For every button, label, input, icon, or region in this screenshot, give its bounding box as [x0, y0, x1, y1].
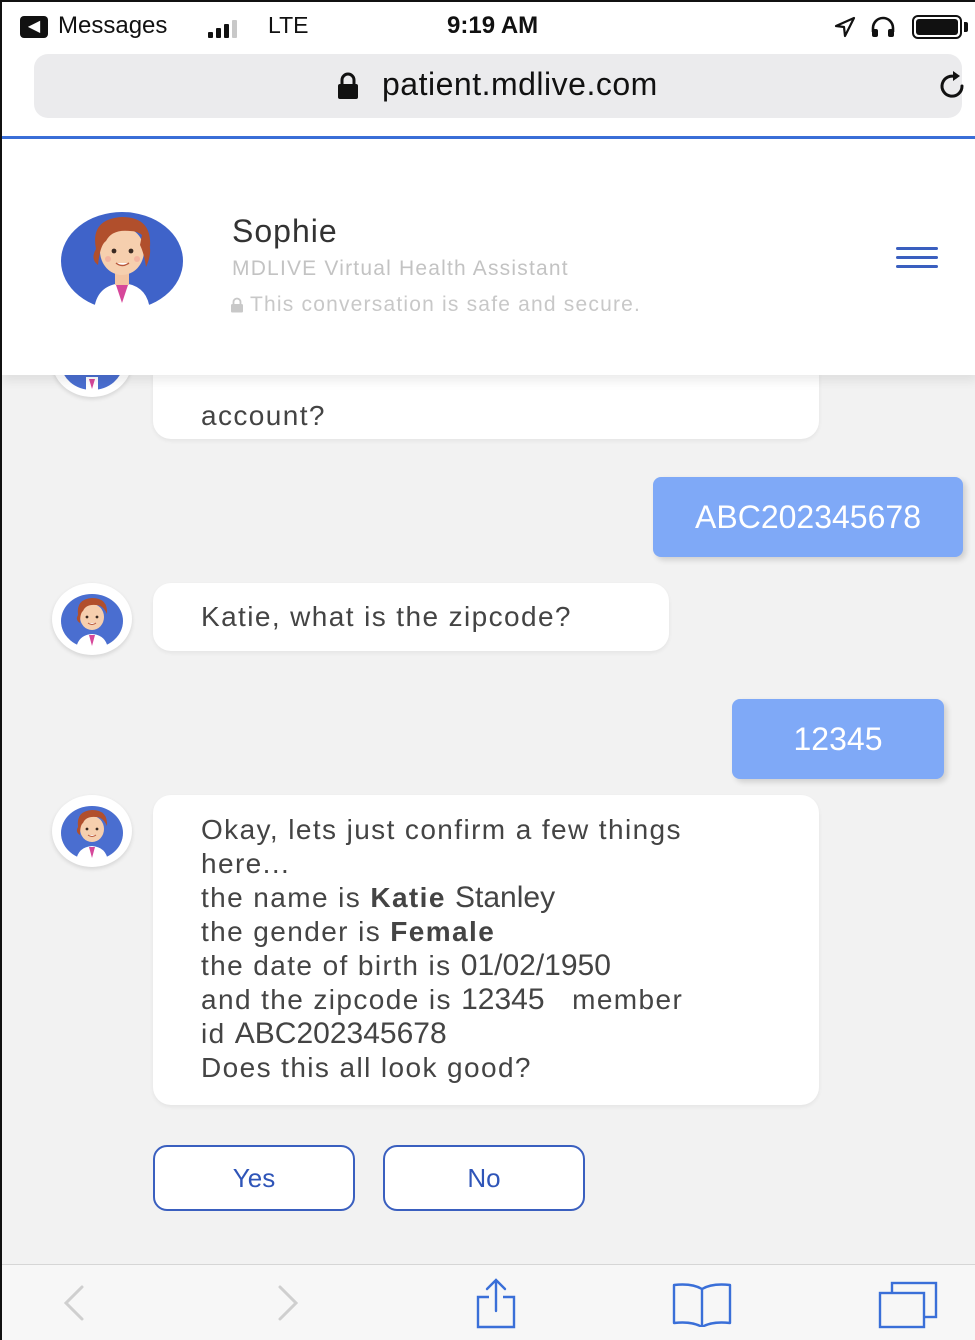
yes-button[interactable]: Yes [153, 1145, 355, 1211]
assistant-avatar [61, 212, 183, 311]
bot-message-text: Katie, what is the zipcode? [201, 601, 572, 632]
confirm-dob-line: the date of birth is 01/02/1950 [201, 949, 819, 983]
back-arrow-icon[interactable] [58, 1281, 88, 1325]
headphones-icon [871, 16, 895, 37]
user-message-text: ABC202345678 [695, 498, 921, 535]
confirm-question: Does this all look good? [201, 1052, 532, 1083]
confirm-gender-line: the gender is Female [201, 915, 819, 949]
bot-avatar [52, 375, 132, 397]
tabs-icon[interactable] [876, 1279, 940, 1329]
confirm-label: and the zipcode is [201, 984, 452, 1015]
lock-icon [338, 72, 358, 99]
confirm-label: the gender is [201, 916, 382, 947]
confirm-member-id: ABC202345678 [234, 1017, 447, 1050]
chat-transcript[interactable]: account? ABC202345678 Katie, what is the… [2, 375, 975, 1265]
small-lock-icon [231, 297, 243, 313]
hamburger-menu-icon[interactable] [896, 247, 938, 271]
assistant-name: Sophie [232, 213, 338, 249]
browser-toolbar [2, 1264, 975, 1340]
confirm-line: Okay, lets just confirm a few things [201, 814, 682, 845]
confirm-last-name: Stanley [455, 881, 556, 914]
user-message: 12345 [732, 699, 944, 779]
bot-message: account? [153, 375, 819, 439]
confirm-label: the name is [201, 882, 362, 913]
battery-icon [912, 15, 962, 39]
confirm-label: id [201, 1018, 226, 1049]
confirm-name-line: the name is Katie Stanley [201, 881, 819, 915]
status-bar: ◀ Messages LTE 9:19 AM [2, 2, 975, 48]
status-time: 9:19 AM [447, 12, 539, 39]
phone-screen: ◀ Messages LTE 9:19 AM patient.mdlive.co… [0, 0, 975, 1340]
bot-message: Katie, what is the zipcode? [153, 583, 669, 651]
bot-avatar [52, 583, 132, 655]
no-button[interactable]: No [383, 1145, 585, 1211]
assistant-subtitle: MDLIVE Virtual Health Assistant [232, 257, 569, 280]
url-text[interactable]: patient.mdlive.com [382, 66, 658, 103]
chat-header: Sophie MDLIVE Virtual Health Assistant T… [2, 139, 975, 375]
bot-message-text: account? [201, 400, 326, 431]
back-to-app-icon[interactable]: ◀ [20, 16, 48, 38]
bookmarks-icon[interactable] [670, 1281, 734, 1327]
back-to-app-label[interactable]: Messages [58, 12, 167, 40]
confirm-label: member [572, 984, 684, 1015]
secure-note-text: This conversation is safe and secure. [250, 293, 642, 316]
confirm-label: the date of birth is [201, 950, 452, 981]
signal-strength-icon [208, 18, 237, 38]
bot-avatar [52, 795, 132, 867]
user-message: ABC202345678 [653, 477, 963, 557]
confirmation-message: Okay, lets just confirm a few things her… [153, 795, 819, 1105]
confirm-first-name: Katie [370, 882, 446, 913]
secure-note: This conversation is safe and secure. [230, 293, 641, 317]
confirm-zip-line: and the zipcode is 12345 member [201, 983, 819, 1017]
battery-tip [964, 22, 968, 32]
forward-arrow-icon[interactable] [274, 1281, 304, 1325]
reload-icon[interactable] [934, 68, 970, 104]
confirm-member-line: id ABC202345678 [201, 1017, 819, 1051]
confirm-zip: 12345 [461, 983, 545, 1016]
confirm-dob: 01/02/1950 [460, 949, 611, 982]
confirm-gender: Female [390, 916, 496, 947]
network-type: LTE [268, 12, 309, 38]
user-message-text: 12345 [793, 720, 883, 757]
address-bar[interactable]: patient.mdlive.com [34, 54, 964, 118]
confirm-line: here... [201, 848, 291, 879]
location-arrow-icon [834, 16, 856, 38]
share-icon[interactable] [472, 1277, 520, 1329]
